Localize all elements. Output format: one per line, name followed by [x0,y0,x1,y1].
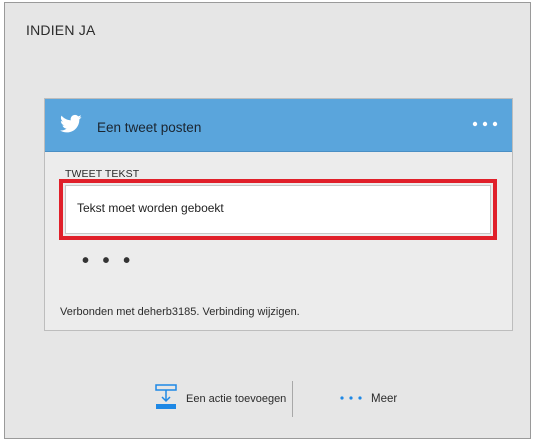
more-dots-icon[interactable] [471,119,499,129]
panel-title: INDIEN JA [26,22,96,38]
more-dots-icon [340,396,362,400]
twitter-bird-icon [60,114,82,133]
change-connection-link[interactable]: Verbinding wijzigen. [203,306,300,318]
more-label: Meer [371,393,398,405]
more-options-ellipsis[interactable]: • • • [82,250,134,273]
condition-panel: INDIEN JA Een tweet posten TWEET TEKST T… [4,2,531,439]
connection-status: Verbonden met deherb3185. [60,306,200,318]
card-header[interactable]: Een tweet posten [45,99,512,152]
tweet-action-card: Een tweet posten TWEET TEKST Tekst moet … [44,98,513,331]
tweet-text-input[interactable]: Tekst moet worden geboekt [65,185,491,234]
actions-divider [292,381,293,417]
card-title: Een tweet posten [97,120,202,135]
add-action-icon [155,384,177,409]
connection-info: Verbonden met deherb3185. Verbinding wij… [60,306,300,318]
add-action-label: Een actie toevoegen [186,393,287,405]
card-body: TWEET TEKST Tekst moet worden geboekt • … [45,152,512,330]
